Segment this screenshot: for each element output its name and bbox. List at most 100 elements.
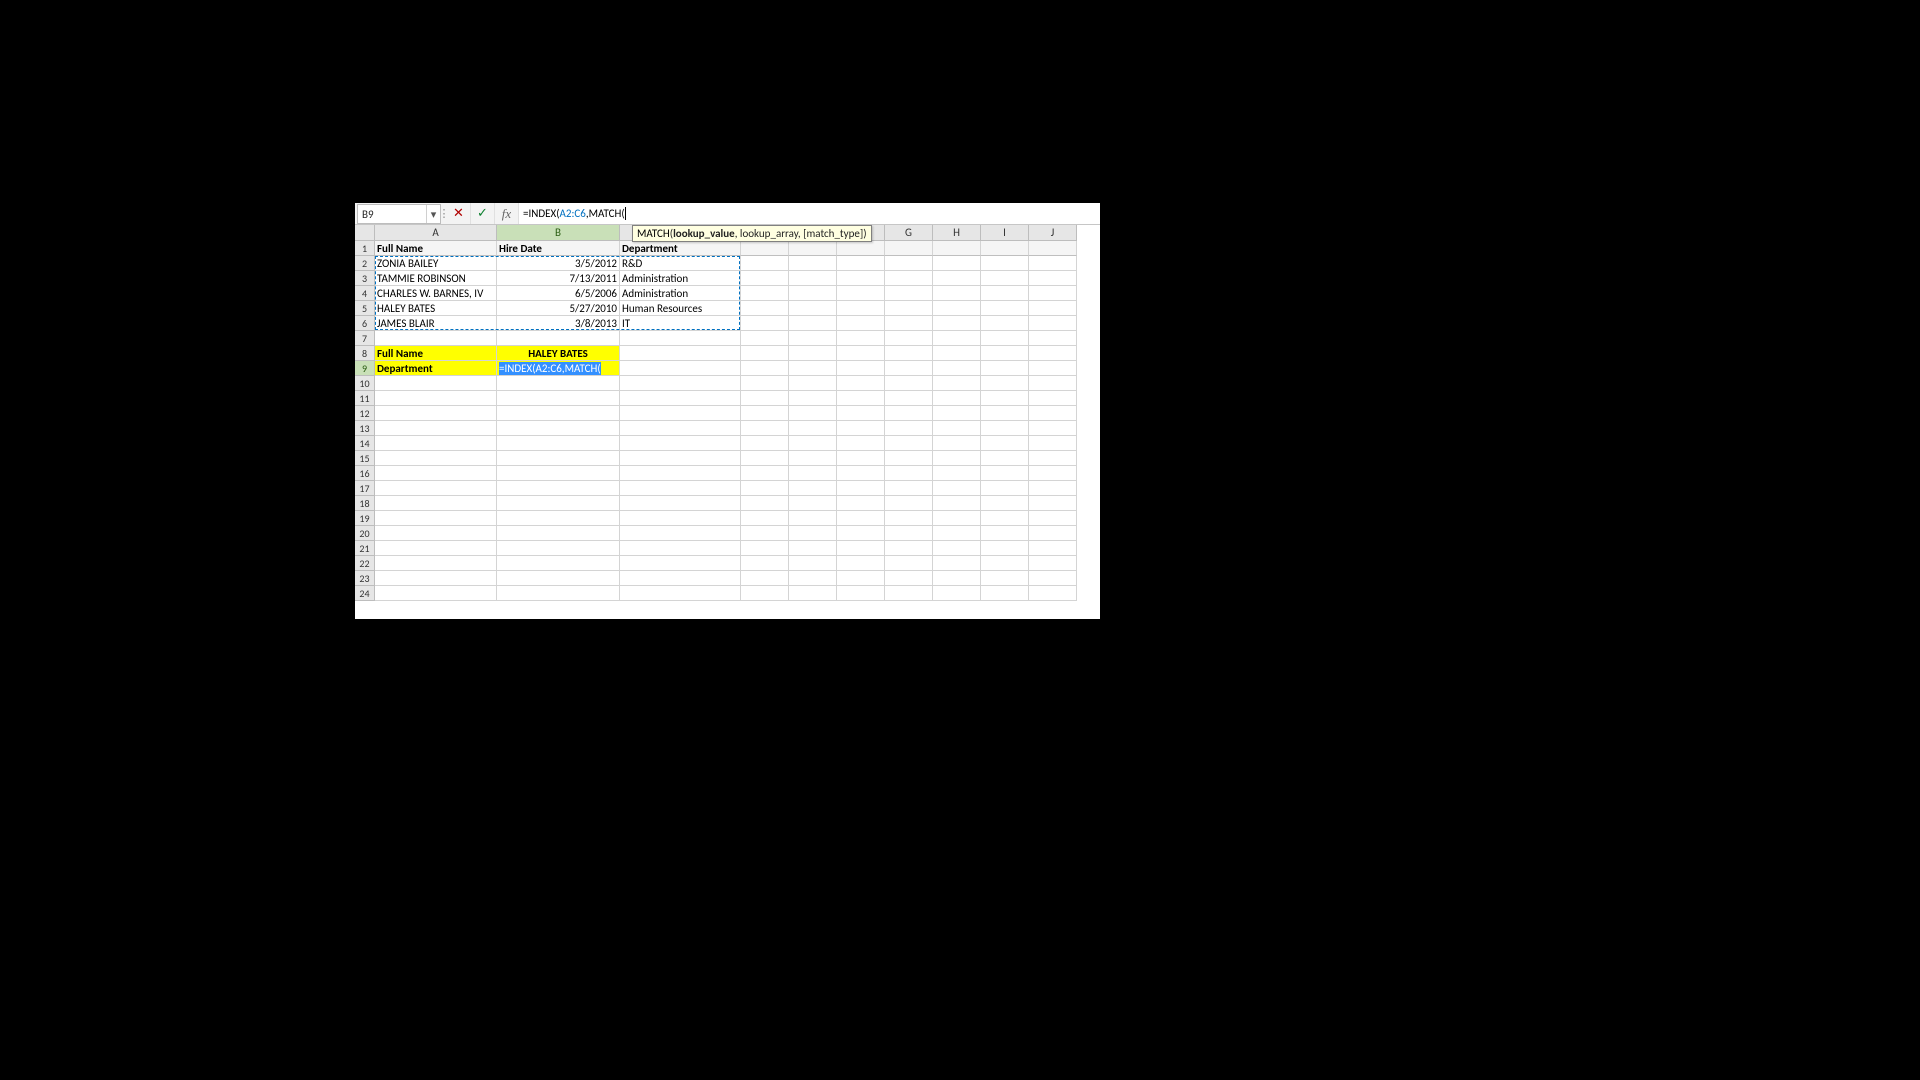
cell[interactable] [933,271,981,286]
cell[interactable] [375,466,497,481]
row-header-6[interactable]: 6 [355,316,375,331]
cell[interactable] [789,436,837,451]
cell[interactable] [1029,586,1077,601]
row-header-8[interactable]: 8 [355,346,375,361]
cell[interactable] [375,571,497,586]
cell[interactable] [885,481,933,496]
cell[interactable] [620,361,741,376]
cell[interactable] [620,451,741,466]
cell[interactable] [741,301,789,316]
column-header-G[interactable]: G [885,225,933,241]
cell[interactable] [741,361,789,376]
cell[interactable] [837,586,885,601]
cell[interactable] [933,406,981,421]
cell[interactable] [741,451,789,466]
cell[interactable] [497,556,620,571]
row-header-20[interactable]: 20 [355,526,375,541]
cell[interactable] [741,331,789,346]
cell[interactable] [837,346,885,361]
cell[interactable] [1029,481,1077,496]
cell[interactable] [741,346,789,361]
cell[interactable] [933,496,981,511]
cell[interactable] [375,421,497,436]
column-header-I[interactable]: I [981,225,1029,241]
cell[interactable] [375,511,497,526]
cell-date[interactable]: 3/5/2012 [497,256,620,271]
cell[interactable] [789,271,837,286]
cell[interactable] [837,556,885,571]
cell-date[interactable]: 7/13/2011 [497,271,620,286]
cell[interactable] [1029,256,1077,271]
cell[interactable] [933,526,981,541]
cell[interactable] [375,541,497,556]
cell[interactable] [789,466,837,481]
cell-name[interactable]: TAMMIE ROBINSON [375,271,497,286]
cell[interactable] [789,406,837,421]
row-header-15[interactable]: 15 [355,451,375,466]
cell[interactable] [375,406,497,421]
row-header-12[interactable]: 12 [355,406,375,421]
cell[interactable] [933,361,981,376]
row-header-23[interactable]: 23 [355,571,375,586]
row-header-4[interactable]: 4 [355,286,375,301]
cell[interactable] [885,556,933,571]
cell[interactable] [620,481,741,496]
cell[interactable] [981,526,1029,541]
cell[interactable] [837,496,885,511]
cell[interactable] [981,376,1029,391]
cell[interactable] [1029,511,1077,526]
cell[interactable] [741,511,789,526]
cell[interactable] [789,391,837,406]
cell[interactable] [933,286,981,301]
row-header-7[interactable]: 7 [355,331,375,346]
table-header[interactable]: Hire Date [497,241,620,256]
cell[interactable] [885,526,933,541]
cell[interactable] [789,541,837,556]
cell[interactable] [837,526,885,541]
cell[interactable] [837,271,885,286]
cell[interactable] [933,391,981,406]
cell[interactable] [741,241,789,256]
cell[interactable] [375,331,497,346]
cell[interactable] [741,421,789,436]
cell[interactable] [497,481,620,496]
cell[interactable] [1029,451,1077,466]
cell[interactable] [1029,556,1077,571]
cell[interactable] [375,556,497,571]
cell[interactable] [497,496,620,511]
cell[interactable] [1029,346,1077,361]
cell[interactable] [375,376,497,391]
formula-input[interactable]: =INDEX(A2:C6,MATCH( [519,203,1100,224]
cell[interactable] [741,481,789,496]
cell[interactable] [789,286,837,301]
cell[interactable] [933,451,981,466]
cell[interactable] [981,346,1029,361]
cell[interactable] [620,421,741,436]
cell[interactable] [741,466,789,481]
cell[interactable] [885,541,933,556]
cell[interactable] [375,526,497,541]
cell-name[interactable]: CHARLES W. BARNES, IV [375,286,497,301]
cell[interactable] [1029,361,1077,376]
cell[interactable] [789,256,837,271]
column-header-J[interactable]: J [1029,225,1077,241]
cell[interactable] [789,511,837,526]
cell[interactable] [885,241,933,256]
cell-name[interactable]: ZONIA BAILEY [375,256,497,271]
cell[interactable] [741,286,789,301]
row-header-16[interactable]: 16 [355,466,375,481]
cell-dept[interactable]: IT [620,316,741,331]
cell[interactable] [885,496,933,511]
cell[interactable] [837,436,885,451]
cell[interactable] [789,421,837,436]
cell[interactable] [1029,406,1077,421]
cell[interactable] [741,436,789,451]
cell[interactable] [741,526,789,541]
cell[interactable] [620,391,741,406]
cell[interactable] [981,436,1029,451]
table-header[interactable]: Full Name [375,241,497,256]
cell[interactable] [981,256,1029,271]
column-header-H[interactable]: H [933,225,981,241]
row-header-17[interactable]: 17 [355,481,375,496]
cell[interactable] [885,511,933,526]
